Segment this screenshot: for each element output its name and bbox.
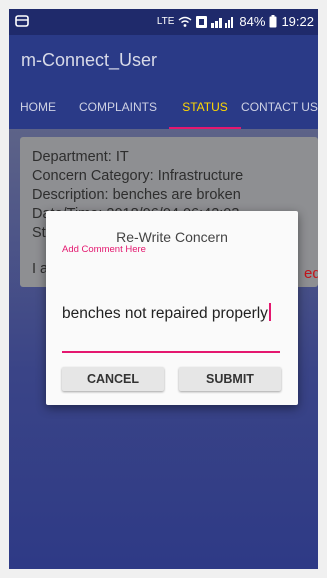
tab-bar: HOME COMPLAINTS STATUS CONTACT US: [9, 87, 318, 129]
tab-contact-us[interactable]: CONTACT US: [241, 87, 318, 129]
tab-home[interactable]: HOME: [9, 87, 67, 129]
comment-hint-label: Add Comment Here: [62, 244, 146, 255]
concern-department: Department: IT: [32, 149, 129, 165]
notification-icon: [15, 15, 29, 27]
rewrite-concern-dialog: Re-Write Concern Add Comment Here benche…: [46, 211, 298, 405]
signal-icon: [211, 16, 234, 28]
comment-text: benches not repaired properly: [62, 305, 268, 322]
comment-input-value: benches not repaired properly: [62, 303, 271, 323]
concern-status: St: [32, 225, 46, 241]
cancel-button[interactable]: CANCEL: [62, 367, 164, 391]
tab-status[interactable]: STATUS: [169, 87, 241, 129]
dialog-title: Re-Write Concern: [116, 229, 228, 245]
app-title: m-Connect_User: [21, 50, 158, 70]
submit-button[interactable]: SUBMIT: [179, 367, 281, 391]
concern-description: Description: benches are broken: [32, 187, 241, 203]
comment-input[interactable]: benches not repaired properly: [62, 295, 280, 353]
app-bar: m-Connect_User: [9, 35, 318, 87]
wifi-icon: [178, 16, 192, 27]
battery-percent: 84%: [239, 14, 266, 29]
text-cursor: [268, 303, 271, 321]
clock: 19:22: [281, 14, 314, 29]
phone-screen: LTE 84% 19:22 m-Connect_User HOME COMPLA…: [9, 9, 318, 569]
concern-category: Concern Category: Infrastructure: [32, 168, 244, 184]
data-saver-icon: [196, 15, 208, 28]
tab-complaints[interactable]: COMPLAINTS: [67, 87, 169, 129]
battery-icon: [269, 15, 277, 28]
network-type-label: LTE: [156, 16, 175, 27]
status-icons: LTE 84% 19:22: [157, 14, 314, 29]
status-bar: LTE 84% 19:22: [9, 9, 318, 35]
concern-status-red: ed: [304, 265, 318, 282]
